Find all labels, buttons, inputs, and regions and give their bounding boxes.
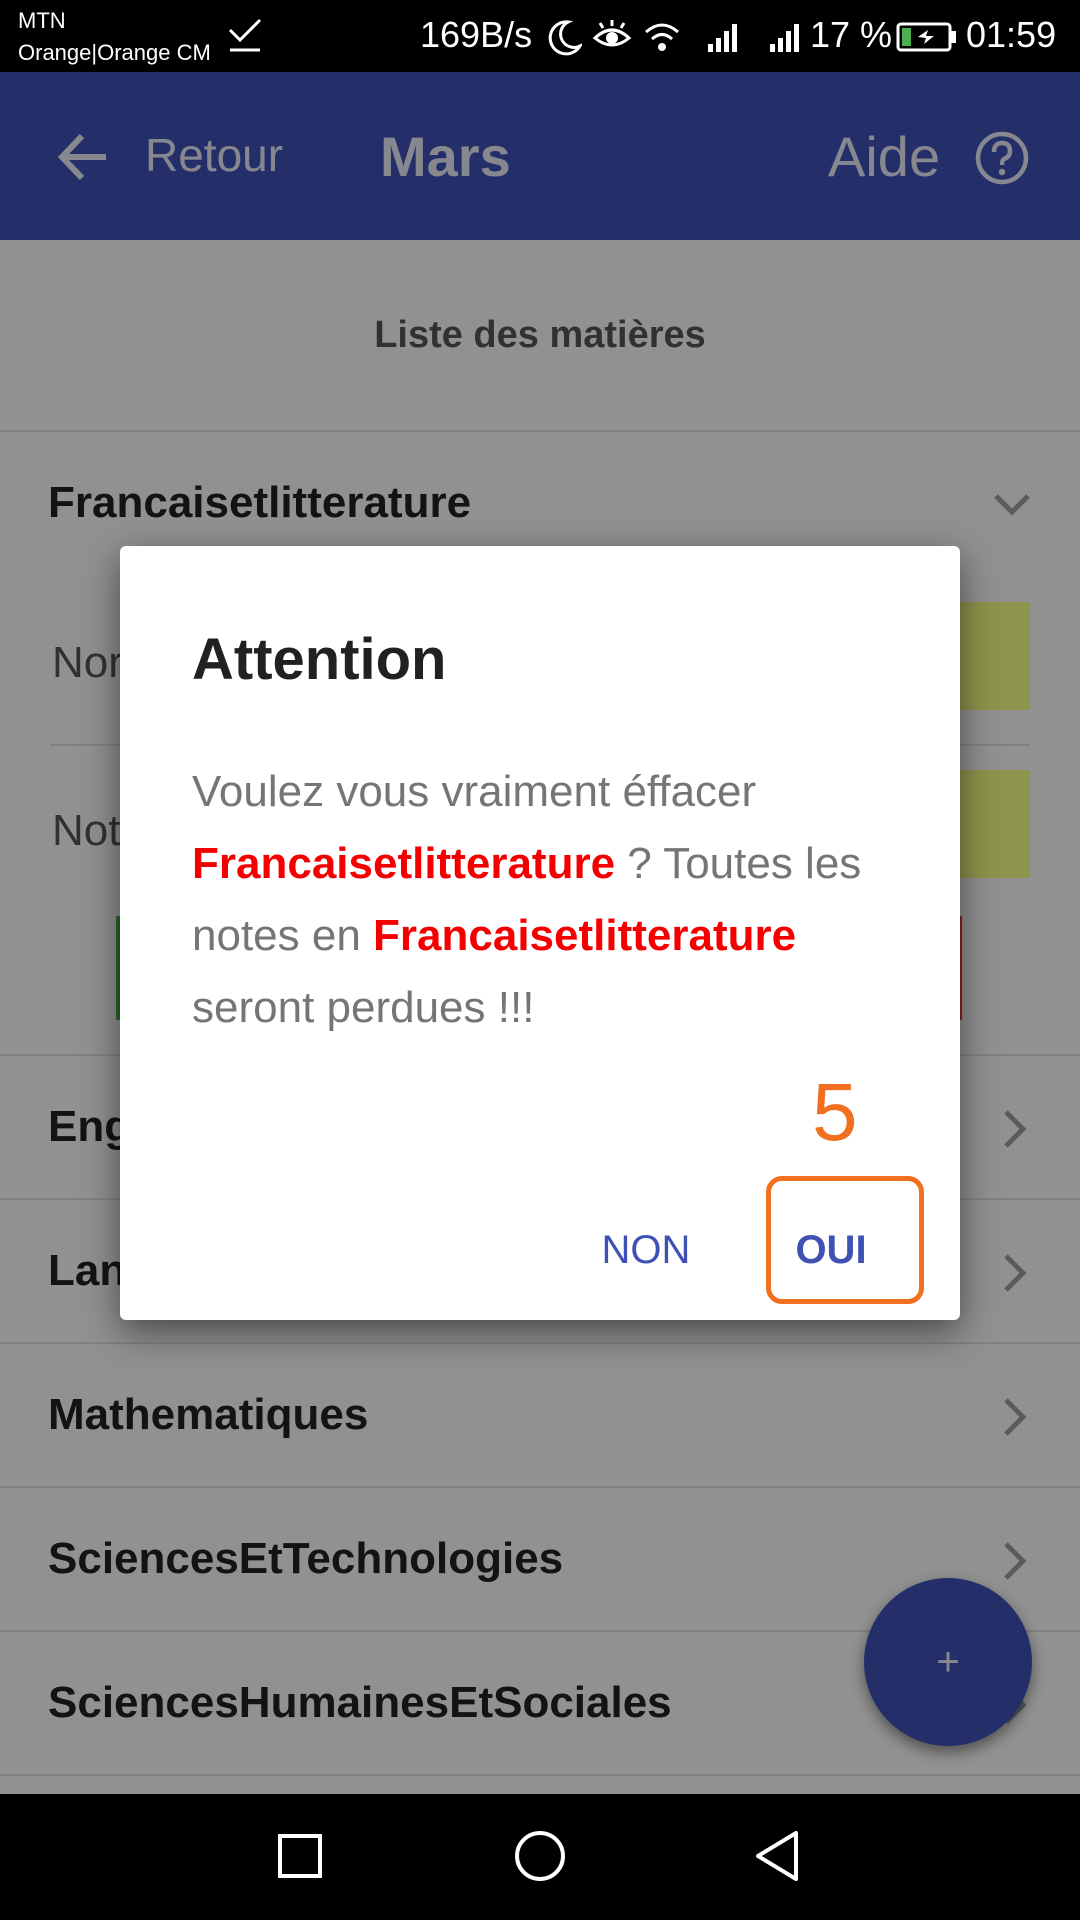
recent-apps-icon[interactable]: [274, 1828, 326, 1884]
annotation-step-number: 5: [812, 1067, 858, 1158]
wifi-icon: [645, 23, 679, 51]
status-bar: MTN Orange|Orange CM 169B/s 17 % 01:59: [0, 0, 1080, 72]
battery-charging-icon: [896, 22, 956, 52]
carrier-name: MTN: [18, 8, 66, 33]
signal-strength-icon-2: [770, 24, 799, 52]
network-speed: 169B/s: [420, 14, 533, 55]
dialog-title: Attention: [192, 627, 447, 692]
no-button[interactable]: NON: [566, 1214, 726, 1286]
battery-percent: 17 %: [810, 14, 893, 55]
back-nav-icon[interactable]: [752, 1828, 804, 1884]
clock: 01:59: [966, 14, 1057, 55]
message-text: seront perdues !!!: [192, 983, 535, 1032]
eye-comfort-icon: [592, 20, 632, 47]
highlight-subject: Francaisetlitterature: [192, 839, 616, 888]
dialog-message: Voulez vous vraiment éffacer Francaisetl…: [192, 756, 902, 1044]
add-subject-fab[interactable]: +: [864, 1578, 1032, 1746]
home-icon[interactable]: [512, 1828, 568, 1884]
signal-strength-icon: [708, 24, 737, 52]
highlight-subject: Francaisetlitterature: [373, 911, 797, 960]
system-navigation-bar: [0, 1794, 1080, 1920]
message-text: Voulez vous vraiment éffacer: [192, 767, 757, 816]
download-complete-icon: [228, 18, 262, 52]
moon-icon: [548, 20, 582, 56]
annotation-highlight-box: [766, 1176, 924, 1304]
carrier-name-secondary: Orange|Orange CM: [18, 40, 211, 65]
